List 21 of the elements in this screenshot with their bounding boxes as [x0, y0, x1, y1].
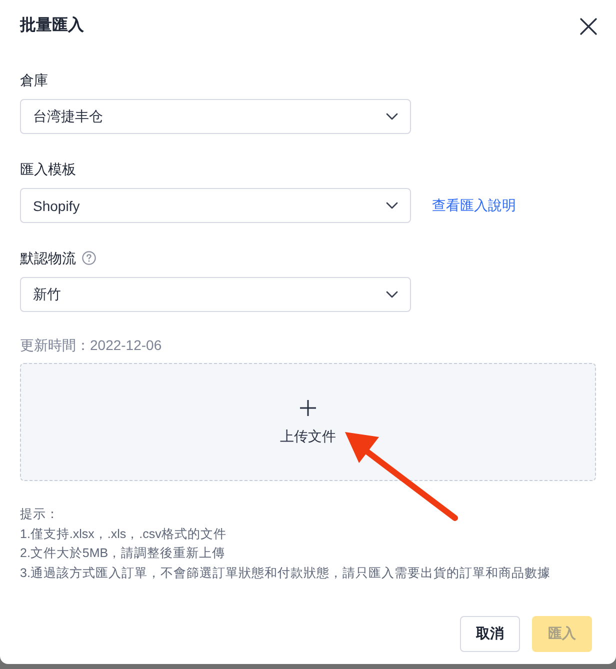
select-field[interactable]: 台湾捷丰仓: [20, 99, 411, 134]
tip-text: 2.文件大於5MB，請調整後重新上傳: [20, 545, 226, 562]
cancel-button[interactable]: 取消: [460, 616, 520, 652]
help-icon[interactable]: [82, 251, 96, 265]
tips-title: 提示：: [20, 506, 59, 523]
update-time-text: 更新時間：2022-12-06: [20, 336, 162, 355]
chevron-down-icon: [386, 113, 398, 120]
chevron-down-icon: [386, 202, 398, 209]
field-label: 匯入模板: [20, 160, 76, 179]
dialog-title: 批量匯入: [20, 15, 84, 36]
plus-icon: [300, 400, 316, 416]
upload-dropzone[interactable]: 上传文件: [20, 363, 596, 481]
select-field[interactable]: Shopify: [20, 188, 411, 223]
chevron-down-icon: [386, 291, 398, 298]
tip-text: 1.僅支持.xlsx，.xls，.csv格式的文件: [20, 526, 226, 543]
field-label: 倉庫: [20, 71, 48, 90]
field-label: 默認物流: [20, 249, 76, 268]
close-icon: [580, 18, 596, 34]
import-guide-link[interactable]: 查看匯入說明: [432, 196, 516, 214]
select-field[interactable]: 新竹: [20, 277, 411, 312]
tip-text: 3.通過該方式匯入訂單，不會篩選訂單狀態和付款狀態，請只匯入需要出貨的訂單和商品數據: [20, 565, 550, 582]
